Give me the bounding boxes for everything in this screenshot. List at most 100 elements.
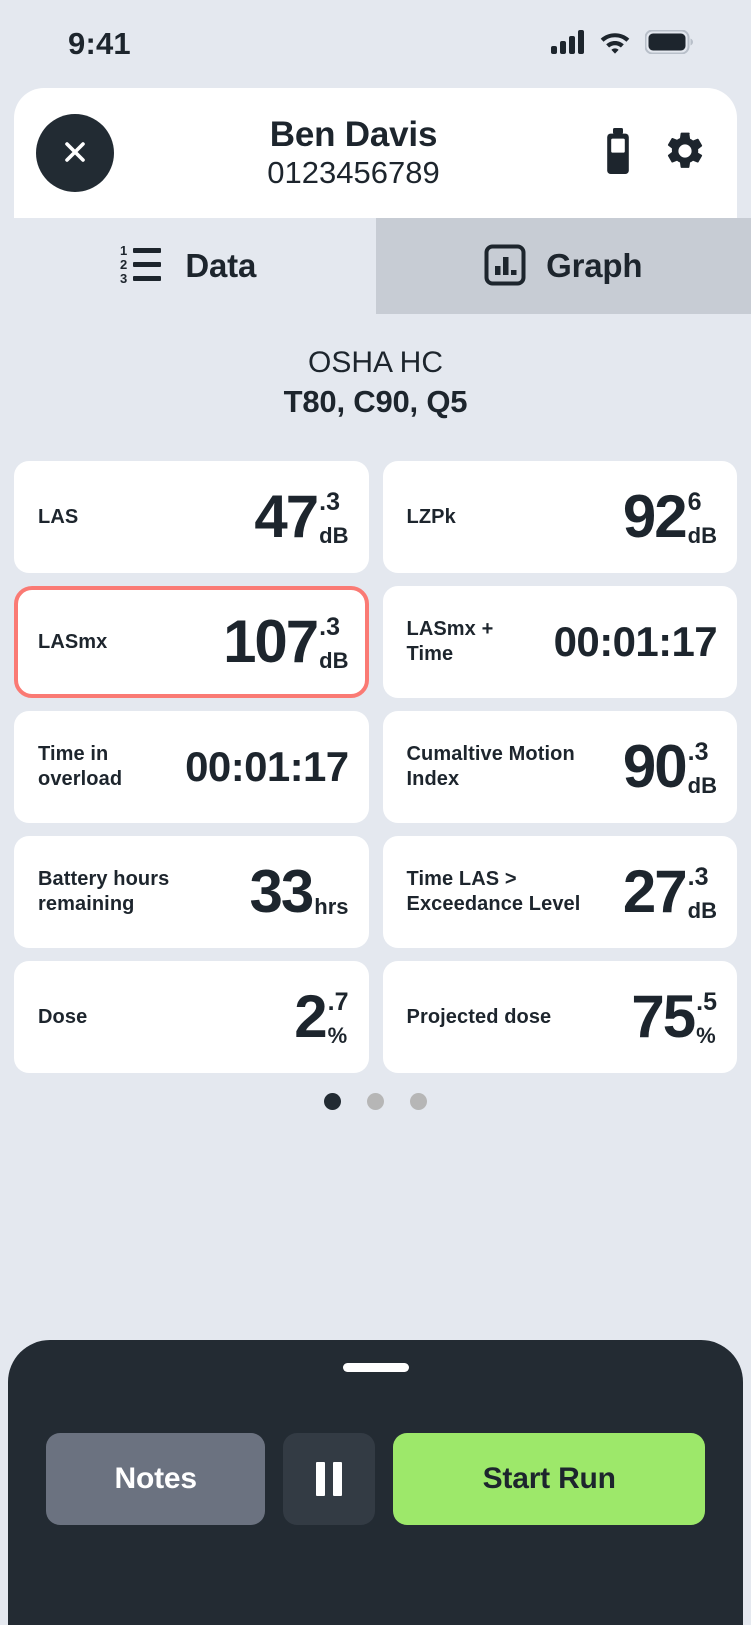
svg-text:2: 2: [120, 257, 127, 272]
device-battery-icon[interactable]: [603, 127, 633, 179]
metric-card[interactable]: LASmx 107.3 dB: [14, 586, 369, 698]
metric-label: Time in overload: [38, 743, 123, 790]
metric-value: 92 6 dB: [623, 487, 717, 547]
metric-card[interactable]: Battery hours remaining 33 hrs: [14, 836, 369, 948]
tab-data-label: Data: [185, 247, 257, 284]
drag-handle[interactable]: [342, 1363, 409, 1372]
metric-value-unit: %: [327, 1022, 348, 1048]
start-run-button[interactable]: Start Run: [393, 1433, 705, 1525]
header-actions: [603, 127, 713, 179]
metric-value: 47.3 dB: [254, 487, 348, 547]
bar-chart-icon: [484, 244, 526, 289]
metric-label: Projected dose: [406, 1005, 552, 1028]
metric-value-main: 90: [622, 733, 688, 801]
metric-value: 107.3 dB: [223, 612, 348, 672]
metric-label: LASmx: [38, 630, 108, 653]
metric-value-suffix: .3 dB: [688, 862, 717, 922]
metric-value-main: 107: [223, 608, 319, 676]
standard-parameters: T80, C90, Q5: [283, 383, 468, 419]
metric-value-main: 00:01:17: [185, 742, 349, 790]
metric-value-decimal: .3: [687, 737, 709, 766]
pause-button[interactable]: [283, 1433, 376, 1525]
status-bar-time: 9:41: [68, 26, 131, 61]
gear-icon[interactable]: [663, 129, 707, 178]
page-title: Ben Davis: [269, 114, 438, 154]
notes-button[interactable]: Notes: [46, 1433, 266, 1525]
metric-card[interactable]: Cumaltive Motion Index 90.3 dB: [382, 711, 737, 823]
metric-value-unit: dB: [687, 772, 717, 798]
metric-value-main: 33: [249, 858, 315, 926]
metric-value: 00:01:17: [553, 617, 718, 665]
status-bar: 9:41: [0, 0, 751, 88]
metric-value-unit: %: [696, 1022, 716, 1048]
metric-value-main: 00:01:17: [553, 617, 718, 665]
numbered-list-icon: 1 2 3: [119, 242, 165, 291]
battery-icon: [644, 29, 693, 59]
metric-value-suffix: .3 dB: [319, 487, 348, 547]
tab-graph-label: Graph: [546, 247, 643, 284]
metric-label: Cumaltive Motion Index: [406, 743, 575, 790]
metric-card[interactable]: LZPk 92 6 dB: [382, 461, 737, 573]
metric-value-decimal: 6: [687, 487, 702, 516]
standard-block: OSHA HC T80, C90, Q5: [0, 344, 751, 422]
tab-graph[interactable]: Graph: [375, 218, 751, 314]
metric-value-unit: dB: [687, 897, 717, 923]
cellular-signal-icon: [551, 29, 585, 59]
metric-value-decimal: .7: [327, 987, 349, 1016]
tab-data[interactable]: 1 2 3 Data: [0, 218, 376, 314]
metric-label: Dose: [38, 1005, 88, 1028]
view-tabs: 1 2 3 Data Graph: [0, 218, 751, 314]
metric-label: LZPk: [406, 505, 456, 528]
metric-value-decimal: .5: [696, 987, 717, 1016]
device-serial: 0123456789: [267, 154, 440, 190]
metric-card[interactable]: Projected dose 75.5%: [382, 961, 737, 1073]
metric-value: 27.3 dB: [623, 862, 717, 922]
metric-value: 2.7%: [294, 987, 348, 1047]
metric-value-main: 75: [631, 983, 696, 1051]
metric-value-main: 47: [254, 483, 319, 551]
pagination-dot[interactable]: [367, 1093, 384, 1110]
metric-card[interactable]: Time LAS > Exceedance Level 27.3 dB: [382, 836, 737, 948]
metric-value: 75.5%: [631, 987, 717, 1047]
metric-label: Battery hours remaining: [38, 868, 170, 915]
metric-value: 90.3 dB: [623, 737, 717, 797]
metric-value-main: 27: [622, 858, 688, 926]
metric-value: 33 hrs: [249, 858, 349, 926]
metric-value-decimal: .3: [319, 612, 341, 641]
action-buttons: Notes Start Run: [46, 1433, 705, 1525]
header: Ben Davis 0123456789: [14, 88, 737, 218]
status-bar-icons: [551, 29, 693, 59]
metric-value-decimal: .3: [319, 487, 341, 516]
metric-value-main: 92: [622, 483, 688, 551]
metric-label: LAS: [38, 505, 79, 528]
metric-value: 00:01:17: [185, 742, 349, 790]
metric-value-unit: dB: [319, 522, 349, 548]
pagination-dot[interactable]: [324, 1093, 341, 1110]
metric-label: LASmx + Time: [406, 618, 494, 665]
svg-text:1: 1: [120, 243, 127, 258]
close-icon: [60, 137, 90, 170]
header-titles: Ben Davis 0123456789: [104, 115, 603, 191]
metric-value-suffix: .5%: [696, 987, 717, 1047]
metric-card[interactable]: LASmx + Time 00:01:17: [382, 586, 737, 698]
wifi-icon: [599, 30, 631, 59]
metric-card[interactable]: Time in overload 00:01:17: [14, 711, 369, 823]
metrics-grid: LAS 47.3 dB LZPk 92 6 dB LASmx 107.3 dB LASmx + Ti…: [14, 461, 737, 1073]
metric-label: Time LAS > Exceedance Level: [406, 868, 581, 915]
metric-value-unit: dB: [687, 522, 717, 548]
metric-value-suffix: 6 dB: [688, 487, 717, 547]
metric-value-main: 2: [294, 983, 327, 1051]
close-button[interactable]: [36, 114, 114, 192]
metric-value-suffix: .7%: [328, 987, 349, 1047]
pagination-dot[interactable]: [410, 1093, 427, 1110]
metric-card[interactable]: LAS 47.3 dB: [14, 461, 369, 573]
bottom-action-sheet: Notes Start Run: [8, 1340, 743, 1625]
metric-value-suffix: .3 dB: [319, 612, 348, 672]
svg-text:3: 3: [120, 271, 127, 286]
metric-card[interactable]: Dose 2.7%: [14, 961, 369, 1073]
metric-value-suffix: .3 dB: [688, 737, 717, 797]
standard-name: OSHA HC: [307, 346, 444, 379]
pagination-dots: [0, 1093, 751, 1110]
metric-value-unit: dB: [319, 647, 349, 673]
metric-value-unit: hrs: [314, 893, 349, 919]
